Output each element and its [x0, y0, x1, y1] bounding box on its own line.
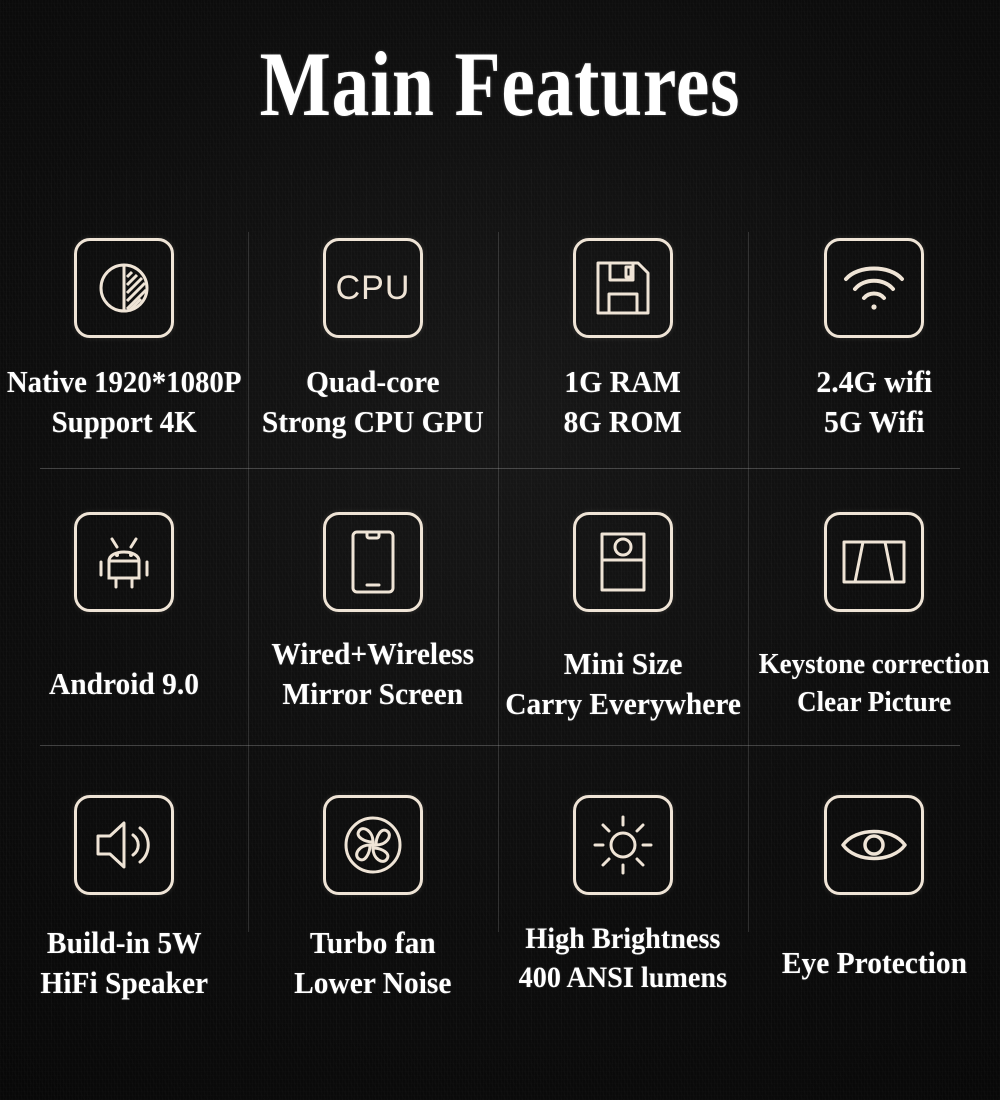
android-robot-icon	[74, 512, 174, 612]
feature-caption: Native 1920*1080P Support 4K	[6, 364, 242, 440]
fan-icon	[323, 795, 423, 895]
cpu-icon: CPU	[323, 238, 423, 338]
eye-icon	[824, 795, 924, 895]
main-features-poster: Main Features Native 1920*1080P Support …	[0, 0, 1000, 1100]
feature-cell-turbo-fan: Turbo fan Lower Noise	[248, 795, 498, 1004]
feature-cell-mirror-screen: Wired+Wireless Mirror Screen	[248, 512, 498, 715]
feature-cell-native-resolution: Native 1920*1080P Support 4K	[0, 238, 248, 443]
speaker-icon	[74, 795, 174, 895]
feature-caption: Wired+Wireless Mirror Screen	[271, 636, 475, 712]
feature-cell-mini-size: Mini Size Carry Everywhere	[498, 512, 748, 725]
feature-caption: Build-in 5W HiFi Speaker	[40, 925, 208, 1001]
wifi-icon	[824, 238, 924, 338]
feature-cell-brightness: High Brightness 400 ANSI lumens	[498, 795, 748, 997]
features-grid: Native 1920*1080P Support 4K CPU Quad-co…	[0, 0, 1000, 1100]
feature-caption: Eye Protection	[781, 945, 967, 980]
cpu-icon-label: CPU	[335, 268, 411, 307]
contrast-resolution-icon	[74, 238, 174, 338]
feature-caption: Quad-core Strong CPU GPU	[262, 364, 484, 440]
feature-caption: Mini Size Carry Everywhere	[505, 646, 741, 722]
feature-caption: Keystone correction Clear Picture	[758, 648, 990, 718]
feature-caption: 2.4G wifi 5G Wifi	[816, 364, 932, 440]
floppy-disk-icon	[573, 238, 673, 338]
feature-caption: High Brightness 400 ANSI lumens	[518, 922, 728, 994]
feature-caption: Turbo fan Lower Noise	[294, 925, 452, 1001]
feature-cell-memory: 1G RAM 8G ROM	[498, 238, 748, 443]
feature-cell-eye-protection: Eye Protection	[748, 795, 1000, 983]
feature-cell-android: Android 9.0	[0, 512, 248, 704]
feature-caption: Android 9.0	[48, 666, 200, 701]
feature-cell-wifi: 2.4G wifi 5G Wifi	[748, 238, 1000, 443]
brightness-sun-icon	[573, 795, 673, 895]
smartphone-icon	[323, 512, 423, 612]
feature-cell-speaker: Build-in 5W HiFi Speaker	[0, 795, 248, 1004]
mini-projector-icon	[573, 512, 673, 612]
keystone-trapezoid-icon	[824, 512, 924, 612]
feature-caption: 1G RAM 8G ROM	[563, 364, 683, 440]
feature-cell-cpu: CPU Quad-core Strong CPU GPU	[248, 238, 498, 443]
feature-cell-keystone: Keystone correction Clear Picture	[748, 512, 1000, 721]
